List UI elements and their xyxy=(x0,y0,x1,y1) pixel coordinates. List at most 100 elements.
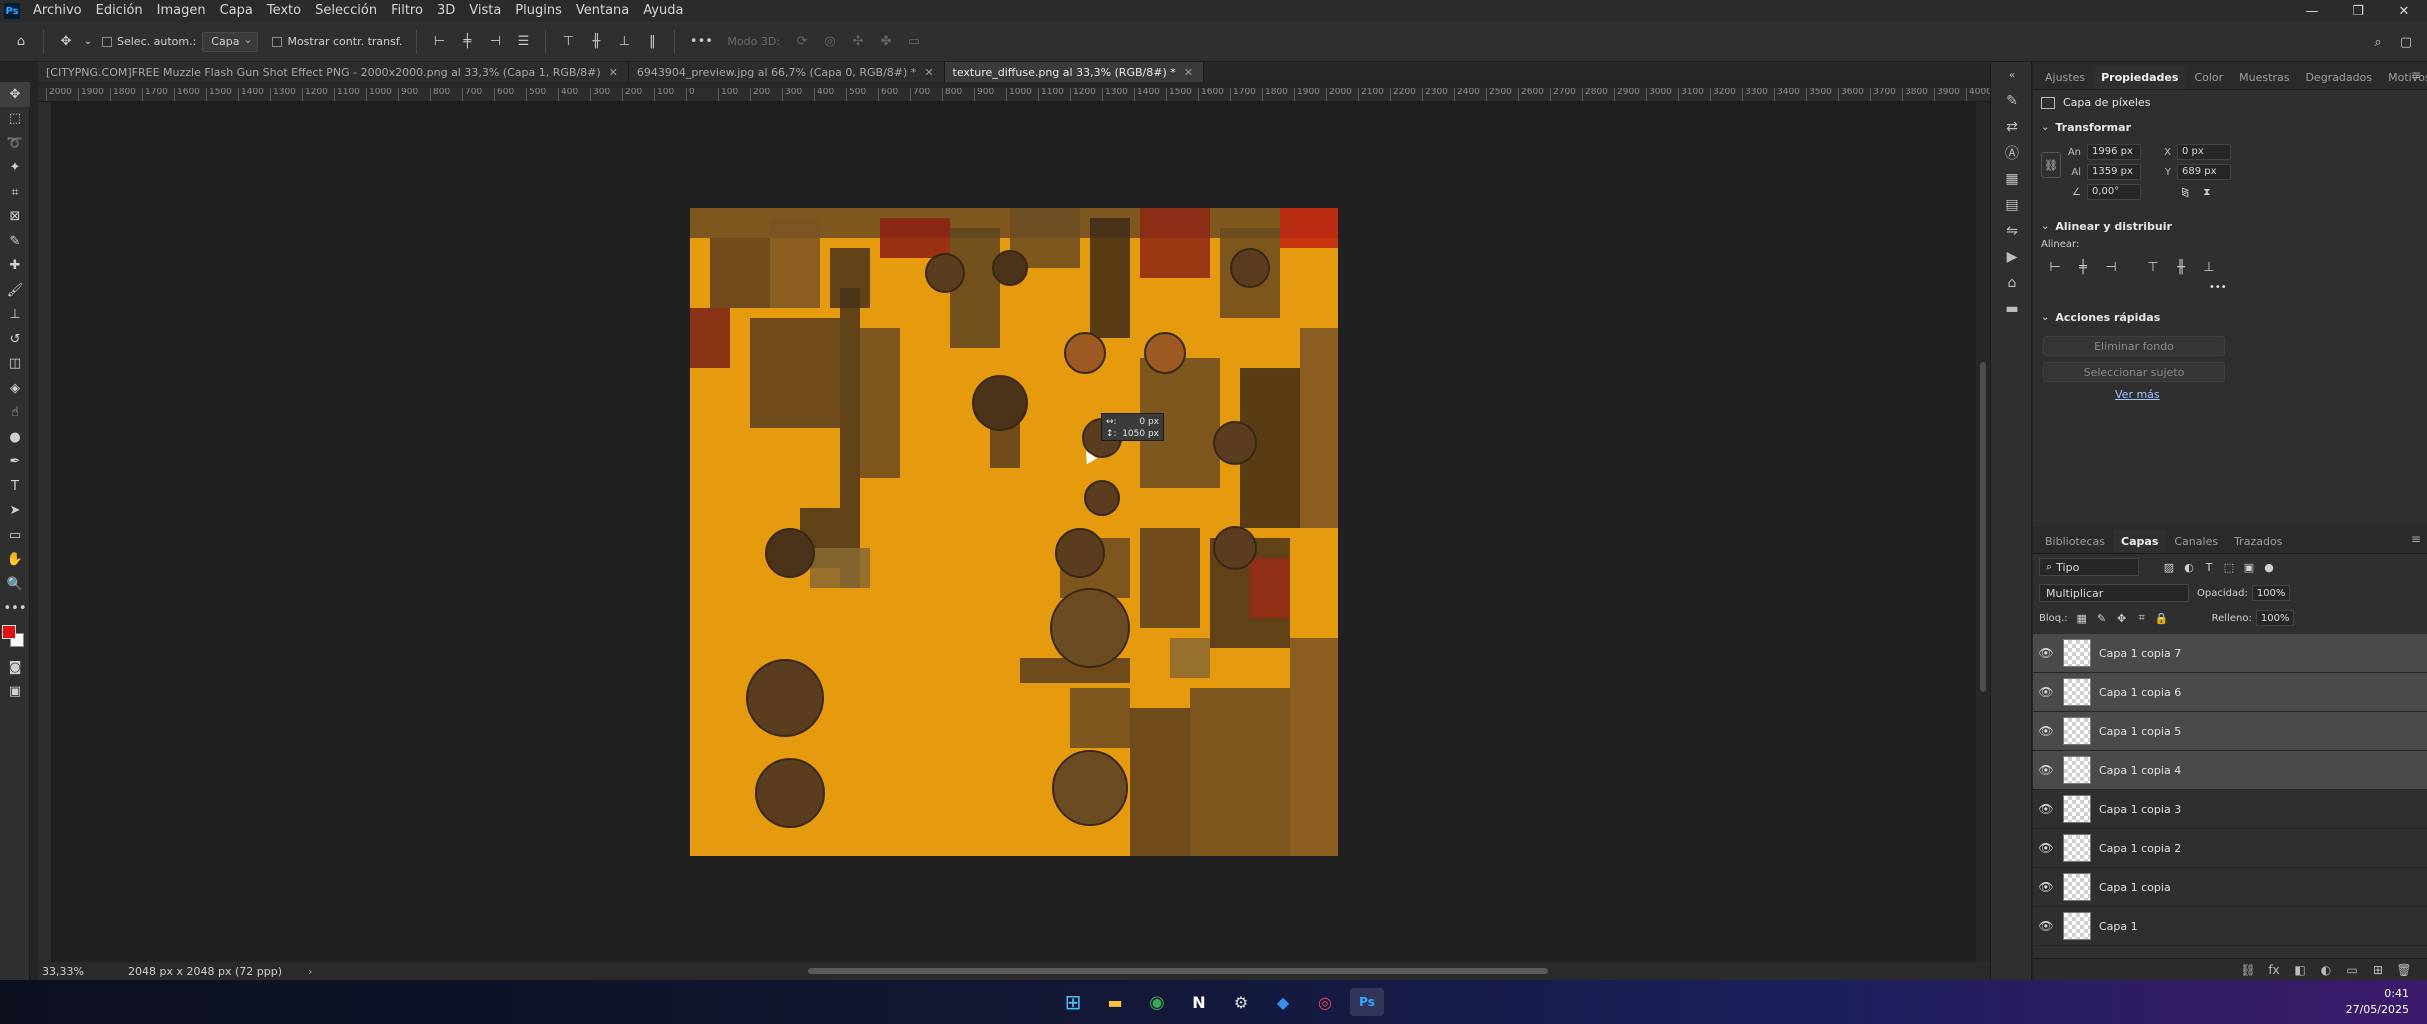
move-tool-icon[interactable]: ✥ xyxy=(0,82,30,107)
tab-ajustes[interactable]: Ajustes xyxy=(2037,65,2093,89)
quick-actions-header[interactable]: ⌄ Acciones rápidas xyxy=(2033,305,2427,330)
close-button[interactable]: ✕ xyxy=(2381,0,2427,22)
more-options-icon[interactable]: ••• xyxy=(686,31,716,53)
roll-3d-icon[interactable]: ◎ xyxy=(819,31,841,53)
vertical-scroll-thumb[interactable] xyxy=(1980,362,1986,692)
davinci-icon[interactable]: ◎ xyxy=(1308,988,1342,1016)
remove-background-button[interactable]: Eliminar fondo xyxy=(2043,336,2225,356)
visibility-eye-icon[interactable]: 👁 xyxy=(2033,646,2059,660)
chevron-down-icon[interactable]: ⌄ xyxy=(2041,122,2049,133)
close-icon[interactable]: ✕ xyxy=(609,66,618,79)
menu-imagen[interactable]: Imagen xyxy=(150,0,213,22)
history-brush-tool-icon[interactable]: ↺ xyxy=(0,327,30,352)
layer-row[interactable]: 👁 Capa 1 copia xyxy=(2033,868,2427,907)
menu-vista[interactable]: Vista xyxy=(462,0,508,22)
show-transform-checkbox[interactable]: Mostrar contr. transf. xyxy=(272,35,402,48)
align-top-icon[interactable]: ⊤ xyxy=(557,31,579,53)
filter-adjustment-icon[interactable]: ◐ xyxy=(2179,561,2199,574)
tab-muzzle-flash[interactable]: [CITYPNG.COM]FREE Muzzle Flash Gun Shot … xyxy=(38,62,629,82)
move-tool-preset-icon[interactable]: ✥ xyxy=(55,31,77,53)
notes-panel-icon[interactable]: ▤ xyxy=(1991,192,2033,218)
menu-texto[interactable]: Texto xyxy=(260,0,308,22)
link-icon[interactable]: ⛓ xyxy=(2041,152,2061,178)
visibility-eye-icon[interactable]: 👁 xyxy=(2033,802,2059,816)
zoom-level[interactable]: 33,33% xyxy=(38,965,98,978)
filter-toggle-icon[interactable]: ● xyxy=(2259,561,2279,574)
align-center-h-icon[interactable]: ╪ xyxy=(2069,258,2097,276)
tab-texture-diffuse[interactable]: texture_diffuse.png al 33,3% (RGB/8#) * ✕ xyxy=(944,62,1204,82)
orbit-3d-icon[interactable]: ⟳ xyxy=(791,31,813,53)
more-tools-icon[interactable]: ••• xyxy=(0,597,30,622)
flip-vertical-icon[interactable]: ⧗ xyxy=(2203,187,2210,198)
menu-edicion[interactable]: Edición xyxy=(89,0,150,22)
actions-panel-icon[interactable]: ⇋ xyxy=(1991,218,2033,244)
align-left-icon[interactable]: ⊢ xyxy=(2041,258,2069,276)
magic-wand-tool-icon[interactable]: ✦ xyxy=(0,156,30,181)
align-center-h-icon[interactable]: ╪ xyxy=(456,31,478,53)
photoshop-logo-icon[interactable]: Ps xyxy=(4,3,20,19)
tab-muestras[interactable]: Muestras xyxy=(2231,65,2297,89)
document-canvas[interactable]: ↔: 0 px ↕: 1050 px xyxy=(52,102,1976,962)
close-icon[interactable]: ✕ xyxy=(924,66,933,79)
layer-row[interactable]: 👁 Capa 1 copia 3 xyxy=(2033,790,2427,829)
align-right-icon[interactable]: ⊣ xyxy=(2097,258,2125,276)
tab-canales[interactable]: Canales xyxy=(2166,529,2226,553)
layer-row[interactable]: 👁 Capa 1 copia 7 xyxy=(2033,634,2427,673)
horizontal-scroll-thumb[interactable] xyxy=(808,968,1548,974)
chrome-icon[interactable]: ◉ xyxy=(1140,988,1174,1016)
clone-stamp-tool-icon[interactable]: ⊥ xyxy=(0,303,30,328)
distribute-horizontal-icon[interactable]: ‖ xyxy=(641,31,663,53)
tab-bibliotecas[interactable]: Bibliotecas xyxy=(2037,529,2113,553)
crop-tool-icon[interactable]: ⌗ xyxy=(0,180,30,205)
layer-row[interactable]: 👁 Capa 1 copia 4 xyxy=(2033,751,2427,790)
layer-row[interactable]: 👁 Capa 1 xyxy=(2033,907,2427,946)
visibility-eye-icon[interactable]: 👁 xyxy=(2033,724,2059,738)
tab-preview-jpg[interactable]: 6943904_preview.jpg al 66,7% (Capa 0, RG… xyxy=(628,62,945,82)
x-field[interactable]: 0 px xyxy=(2177,144,2231,160)
vertical-scrollbar[interactable] xyxy=(1976,102,1990,962)
height-field[interactable]: 1359 px xyxy=(2087,164,2141,180)
3d-panel-icon[interactable]: ▦ xyxy=(1991,166,2033,192)
panel-menu-icon[interactable]: ≡ xyxy=(2411,532,2421,546)
screen-mode-icon[interactable]: ▣ xyxy=(0,680,30,705)
menu-seleccion[interactable]: Selección xyxy=(308,0,384,22)
clock[interactable]: 0:41 27/05/2025 xyxy=(2346,986,2409,1018)
restore-button[interactable]: ❐ xyxy=(2335,0,2381,22)
foreground-color-swatch[interactable] xyxy=(2,625,16,639)
adjustments-panel-icon[interactable]: ⇄ xyxy=(1991,114,2033,140)
menu-ayuda[interactable]: Ayuda xyxy=(636,0,690,22)
tab-degradados[interactable]: Degradados xyxy=(2297,65,2380,89)
brush-tool-icon[interactable]: 🖌 xyxy=(0,278,30,303)
align-more-button[interactable]: ••• xyxy=(2209,282,2427,293)
new-layer-icon[interactable]: ⊞ xyxy=(2365,963,2391,977)
add-mask-icon[interactable]: ◧ xyxy=(2287,963,2313,977)
filter-pixel-icon[interactable]: ▨ xyxy=(2159,561,2179,574)
auto-select-checkbox[interactable]: Selec. autom.: xyxy=(102,35,196,48)
lock-all-icon[interactable]: 🔒 xyxy=(2152,612,2172,625)
layer-row[interactable]: 👁 Capa 1 copia 6 xyxy=(2033,673,2427,712)
align-header[interactable]: ⌄ Alinear y distribuir xyxy=(2033,214,2427,239)
home-icon[interactable]: ⌂ xyxy=(10,31,32,53)
hand-tool-icon[interactable]: ✋ xyxy=(0,548,30,573)
menu-capa[interactable]: Capa xyxy=(213,0,260,22)
dodge-tool-icon[interactable]: ● xyxy=(0,425,30,450)
rectangle-tool-icon[interactable]: ▭ xyxy=(0,523,30,548)
chevron-down-icon[interactable]: ⌄ xyxy=(2041,221,2049,232)
lock-artboard-icon[interactable]: ⌗ xyxy=(2132,611,2152,625)
minimize-button[interactable]: — xyxy=(2289,0,2335,22)
file-explorer-icon[interactable]: ▬ xyxy=(1098,988,1132,1016)
type-tool-icon[interactable]: T xyxy=(0,474,30,499)
slide-3d-icon[interactable]: ✤ xyxy=(875,31,897,53)
checkbox-box[interactable] xyxy=(272,36,283,47)
filter-shape-icon[interactable]: ⬚ xyxy=(2219,561,2239,574)
menu-ventana[interactable]: Ventana xyxy=(569,0,636,22)
checkbox-box[interactable] xyxy=(102,36,112,47)
tab-propiedades[interactable]: Propiedades xyxy=(2093,65,2187,89)
align-bottom-icon[interactable]: ⊥ xyxy=(613,31,635,53)
play-icon[interactable]: ▶ xyxy=(1991,244,2033,270)
comments-icon[interactable]: ▬ xyxy=(1991,296,2033,322)
search-icon[interactable]: ⌕ xyxy=(2367,31,2389,53)
auto-select-dropdown[interactable]: Capa xyxy=(202,31,259,52)
lock-paint-icon[interactable]: ✎ xyxy=(2092,612,2112,625)
layer-row[interactable]: 👁 Capa 1 copia 2 xyxy=(2033,829,2427,868)
